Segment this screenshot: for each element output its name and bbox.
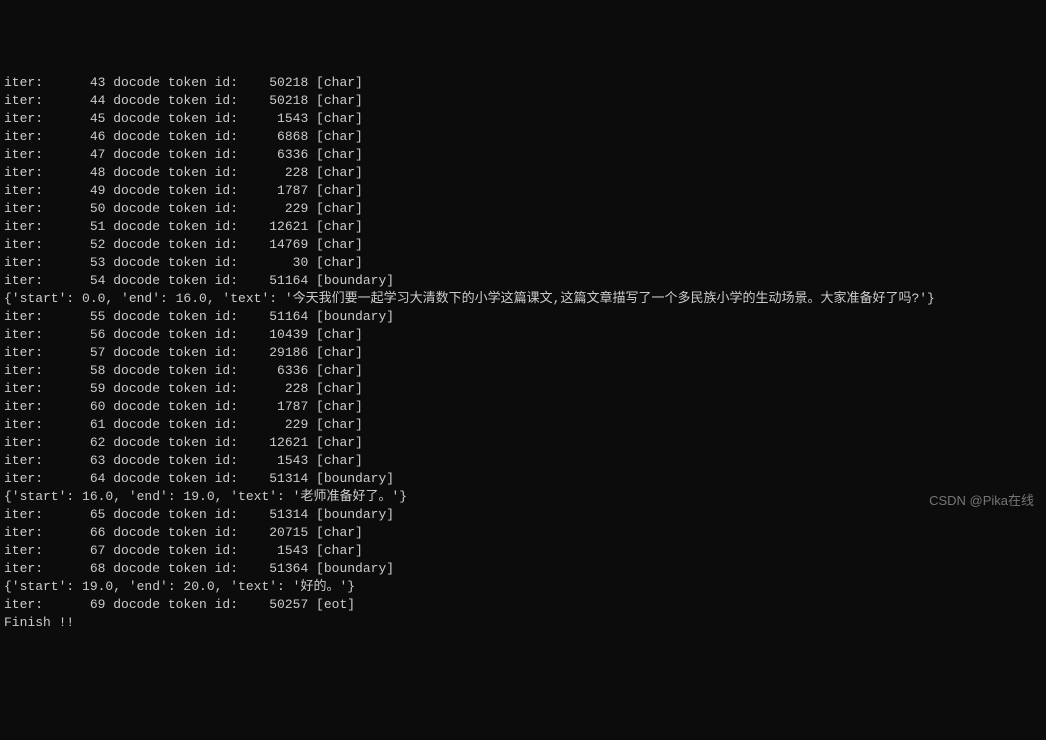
terminal-line: iter: 56 docode token id: 10439 [char] — [4, 326, 1042, 344]
terminal-line: {'start': 16.0, 'end': 19.0, 'text': '老师… — [4, 488, 1042, 506]
terminal-line: iter: 60 docode token id: 1787 [char] — [4, 398, 1042, 416]
watermark: CSDN @Pika在线 — [929, 492, 1034, 510]
terminal-line: iter: 48 docode token id: 228 [char] — [4, 164, 1042, 182]
terminal-line: Finish !! — [4, 614, 1042, 632]
terminal-line: iter: 51 docode token id: 12621 [char] — [4, 218, 1042, 236]
terminal-line: iter: 69 docode token id: 50257 [eot] — [4, 596, 1042, 614]
terminal-line: iter: 54 docode token id: 51164 [boundar… — [4, 272, 1042, 290]
terminal-line: iter: 66 docode token id: 20715 [char] — [4, 524, 1042, 542]
terminal-line: iter: 55 docode token id: 51164 [boundar… — [4, 308, 1042, 326]
terminal-line: iter: 59 docode token id: 228 [char] — [4, 380, 1042, 398]
terminal-line: iter: 47 docode token id: 6336 [char] — [4, 146, 1042, 164]
terminal-line: {'start': 0.0, 'end': 16.0, 'text': '今天我… — [4, 290, 1042, 308]
terminal-line: iter: 43 docode token id: 50218 [char] — [4, 74, 1042, 92]
terminal-line: iter: 58 docode token id: 6336 [char] — [4, 362, 1042, 380]
terminal-output: iter: 43 docode token id: 50218 [char]it… — [4, 74, 1042, 632]
terminal-line: iter: 65 docode token id: 51314 [boundar… — [4, 506, 1042, 524]
terminal-line: {'start': 19.0, 'end': 20.0, 'text': '好的… — [4, 578, 1042, 596]
terminal-line: iter: 45 docode token id: 1543 [char] — [4, 110, 1042, 128]
terminal-line: iter: 68 docode token id: 51364 [boundar… — [4, 560, 1042, 578]
terminal-line: iter: 64 docode token id: 51314 [boundar… — [4, 470, 1042, 488]
terminal-line: iter: 62 docode token id: 12621 [char] — [4, 434, 1042, 452]
terminal-line: iter: 49 docode token id: 1787 [char] — [4, 182, 1042, 200]
terminal-line: iter: 57 docode token id: 29186 [char] — [4, 344, 1042, 362]
terminal-line: iter: 63 docode token id: 1543 [char] — [4, 452, 1042, 470]
terminal-line: iter: 50 docode token id: 229 [char] — [4, 200, 1042, 218]
terminal-line: iter: 67 docode token id: 1543 [char] — [4, 542, 1042, 560]
terminal-line: iter: 53 docode token id: 30 [char] — [4, 254, 1042, 272]
terminal-line: iter: 61 docode token id: 229 [char] — [4, 416, 1042, 434]
terminal-line: iter: 52 docode token id: 14769 [char] — [4, 236, 1042, 254]
terminal-line: iter: 44 docode token id: 50218 [char] — [4, 92, 1042, 110]
terminal-line: iter: 46 docode token id: 6868 [char] — [4, 128, 1042, 146]
